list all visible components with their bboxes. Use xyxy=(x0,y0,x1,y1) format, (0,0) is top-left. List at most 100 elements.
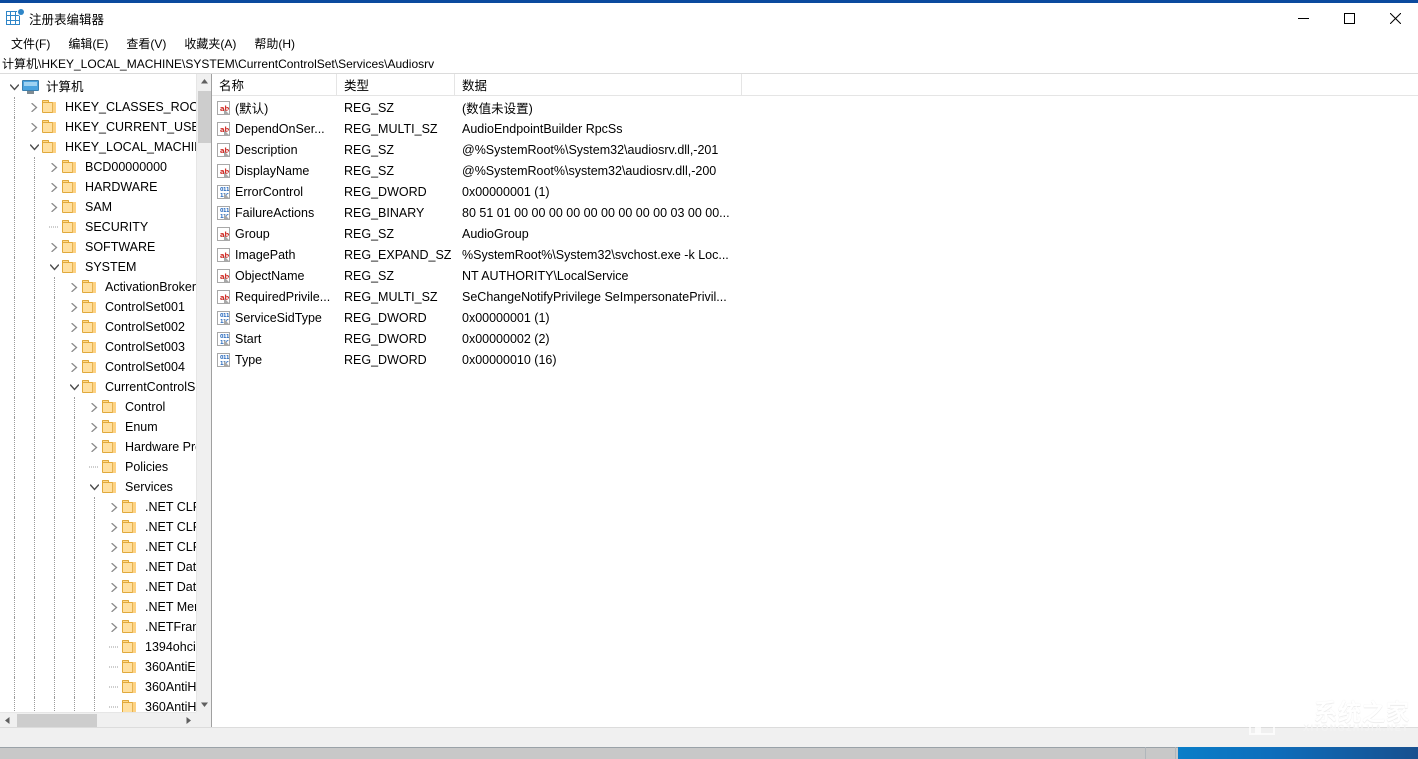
minimize-icon[interactable] xyxy=(1280,3,1326,33)
chevron-right-icon[interactable] xyxy=(106,597,122,617)
tree-node[interactable]: HKEY_LOCAL_MACHINE xyxy=(0,137,196,157)
scroll-down-arrow-icon[interactable] xyxy=(197,697,212,712)
chevron-right-icon[interactable] xyxy=(86,417,102,437)
chevron-right-icon[interactable] xyxy=(66,337,82,357)
value-row[interactable]: abRequiredPrivile...REG_MULTI_SZSeChange… xyxy=(212,286,1418,307)
tree-node[interactable]: ActivationBroker xyxy=(0,277,196,297)
tree-guide-line xyxy=(54,637,55,657)
tree-node[interactable]: 1394ohci xyxy=(0,637,196,657)
chevron-right-icon[interactable] xyxy=(106,497,122,517)
chevron-right-icon[interactable] xyxy=(66,277,82,297)
tree-node[interactable]: SECURITY xyxy=(0,217,196,237)
chevron-right-icon[interactable] xyxy=(106,557,122,577)
address-bar[interactable]: 计算机\HKEY_LOCAL_MACHINE\SYSTEM\CurrentCon… xyxy=(0,54,1418,74)
chevron-right-icon[interactable] xyxy=(106,517,122,537)
tree-horizontal-scroll-thumb[interactable] xyxy=(17,714,97,727)
tree-node[interactable]: .NET CLR Ne xyxy=(0,517,196,537)
tree-node[interactable]: BCD00000000 xyxy=(0,157,196,177)
tree-node[interactable]: CurrentControlSet xyxy=(0,377,196,397)
chevron-right-icon[interactable] xyxy=(106,617,122,637)
tree-node[interactable]: HKEY_CLASSES_ROOT xyxy=(0,97,196,117)
tree-node[interactable]: Services xyxy=(0,477,196,497)
tree-node[interactable]: 360AntiHijack xyxy=(0,697,196,712)
tree-node[interactable]: Control xyxy=(0,397,196,417)
chevron-right-icon[interactable] xyxy=(26,117,42,137)
menu-view[interactable]: 查看(V) xyxy=(118,33,176,55)
tree-node[interactable]: .NETFramewo xyxy=(0,617,196,637)
chevron-right-icon[interactable] xyxy=(66,317,82,337)
menu-help[interactable]: 帮助(H) xyxy=(246,33,305,55)
column-header-data[interactable]: 数据 xyxy=(455,74,742,95)
tree-node[interactable]: Policies xyxy=(0,457,196,477)
tree-node[interactable]: 360AntiHacke xyxy=(0,677,196,697)
value-row[interactable]: abDisplayNameREG_SZ@%SystemRoot%\system3… xyxy=(212,160,1418,181)
tree-guide-line xyxy=(14,497,15,517)
tree-node[interactable]: SYSTEM xyxy=(0,257,196,277)
chevron-right-icon[interactable] xyxy=(66,357,82,377)
chevron-right-icon[interactable] xyxy=(46,197,62,217)
tree-node[interactable]: HKEY_CURRENT_USER xyxy=(0,117,196,137)
tree-node[interactable]: Enum xyxy=(0,417,196,437)
chevron-right-icon[interactable] xyxy=(66,297,82,317)
chevron-right-icon[interactable] xyxy=(106,537,122,557)
tree-node[interactable]: ControlSet001 xyxy=(0,297,196,317)
chevron-right-icon[interactable] xyxy=(86,397,102,417)
value-row[interactable]: abObjectNameREG_SZNT AUTHORITY\LocalServ… xyxy=(212,265,1418,286)
tree-node[interactable]: 360AntiExplo xyxy=(0,657,196,677)
column-header-name[interactable]: 名称 xyxy=(212,74,337,95)
scroll-right-arrow-icon[interactable] xyxy=(181,713,196,727)
chevron-down-icon[interactable] xyxy=(46,257,62,277)
chevron-down-icon[interactable] xyxy=(86,477,102,497)
chevron-right-icon[interactable] xyxy=(46,157,62,177)
menu-favorites[interactable]: 收藏夹(A) xyxy=(176,33,246,55)
tree-node[interactable]: .NET Memor xyxy=(0,597,196,617)
value-row[interactable]: 011110FailureActionsREG_BINARY80 51 01 0… xyxy=(212,202,1418,223)
tree-node[interactable]: ControlSet004 xyxy=(0,357,196,377)
tree-node-label: .NETFramewo xyxy=(143,619,196,635)
chevron-right-icon[interactable] xyxy=(86,437,102,457)
value-row[interactable]: abImagePathREG_EXPAND_SZ%SystemRoot%\Sys… xyxy=(212,244,1418,265)
column-header-type[interactable]: 类型 xyxy=(337,74,455,95)
value-row[interactable]: ab(默认)REG_SZ(数值未设置) xyxy=(212,97,1418,118)
tree-node[interactable]: 计算机 xyxy=(0,77,196,97)
tree-node[interactable]: .NET CLR Ne xyxy=(0,537,196,557)
chevron-right-icon[interactable] xyxy=(46,177,62,197)
value-type-cell: REG_MULTI_SZ xyxy=(337,122,455,136)
value-name-cell: abObjectName xyxy=(212,269,337,283)
menu-edit[interactable]: 编辑(E) xyxy=(60,33,118,55)
menu-file[interactable]: 文件(F) xyxy=(3,33,60,55)
folder-icon xyxy=(102,440,119,454)
tree-node[interactable]: .NET Data Pr xyxy=(0,577,196,597)
value-row[interactable]: 011110ErrorControlREG_DWORD0x00000001 (1… xyxy=(212,181,1418,202)
scroll-up-arrow-icon[interactable] xyxy=(197,74,212,89)
chevron-down-icon[interactable] xyxy=(66,377,82,397)
tree-node[interactable]: HARDWARE xyxy=(0,177,196,197)
tree-guide-line xyxy=(14,177,15,197)
chevron-right-icon[interactable] xyxy=(46,237,62,257)
tree-node[interactable]: SOFTWARE xyxy=(0,237,196,257)
tree-node[interactable]: ControlSet002 xyxy=(0,317,196,337)
scroll-left-arrow-icon[interactable] xyxy=(0,713,15,727)
tree-node-label: 计算机 xyxy=(44,79,86,95)
value-row[interactable]: 011110StartREG_DWORD0x00000002 (2) xyxy=(212,328,1418,349)
value-row[interactable]: abDependOnSer...REG_MULTI_SZAudioEndpoin… xyxy=(212,118,1418,139)
maximize-icon[interactable] xyxy=(1326,3,1372,33)
chevron-down-icon[interactable] xyxy=(6,77,22,97)
tree-vertical-scroll-thumb[interactable] xyxy=(198,91,211,143)
chevron-right-icon[interactable] xyxy=(26,97,42,117)
tree-node[interactable]: SAM xyxy=(0,197,196,217)
tree-node[interactable]: .NET CLR Dat xyxy=(0,497,196,517)
close-icon[interactable] xyxy=(1372,3,1418,33)
tree-guide-line xyxy=(54,597,55,617)
tree-vertical-scrollbar[interactable] xyxy=(196,74,211,712)
tree-node[interactable]: Hardware Profil xyxy=(0,437,196,457)
tree-node[interactable]: .NET Data Pr xyxy=(0,557,196,577)
value-row[interactable]: 011110TypeREG_DWORD0x00000010 (16) xyxy=(212,349,1418,370)
value-row[interactable]: abDescriptionREG_SZ@%SystemRoot%\System3… xyxy=(212,139,1418,160)
chevron-down-icon[interactable] xyxy=(26,137,42,157)
value-row[interactable]: 011110ServiceSidTypeREG_DWORD0x00000001 … xyxy=(212,307,1418,328)
tree-node[interactable]: ControlSet003 xyxy=(0,337,196,357)
chevron-right-icon[interactable] xyxy=(106,577,122,597)
tree-horizontal-scrollbar[interactable] xyxy=(0,712,196,727)
value-row[interactable]: abGroupREG_SZAudioGroup xyxy=(212,223,1418,244)
